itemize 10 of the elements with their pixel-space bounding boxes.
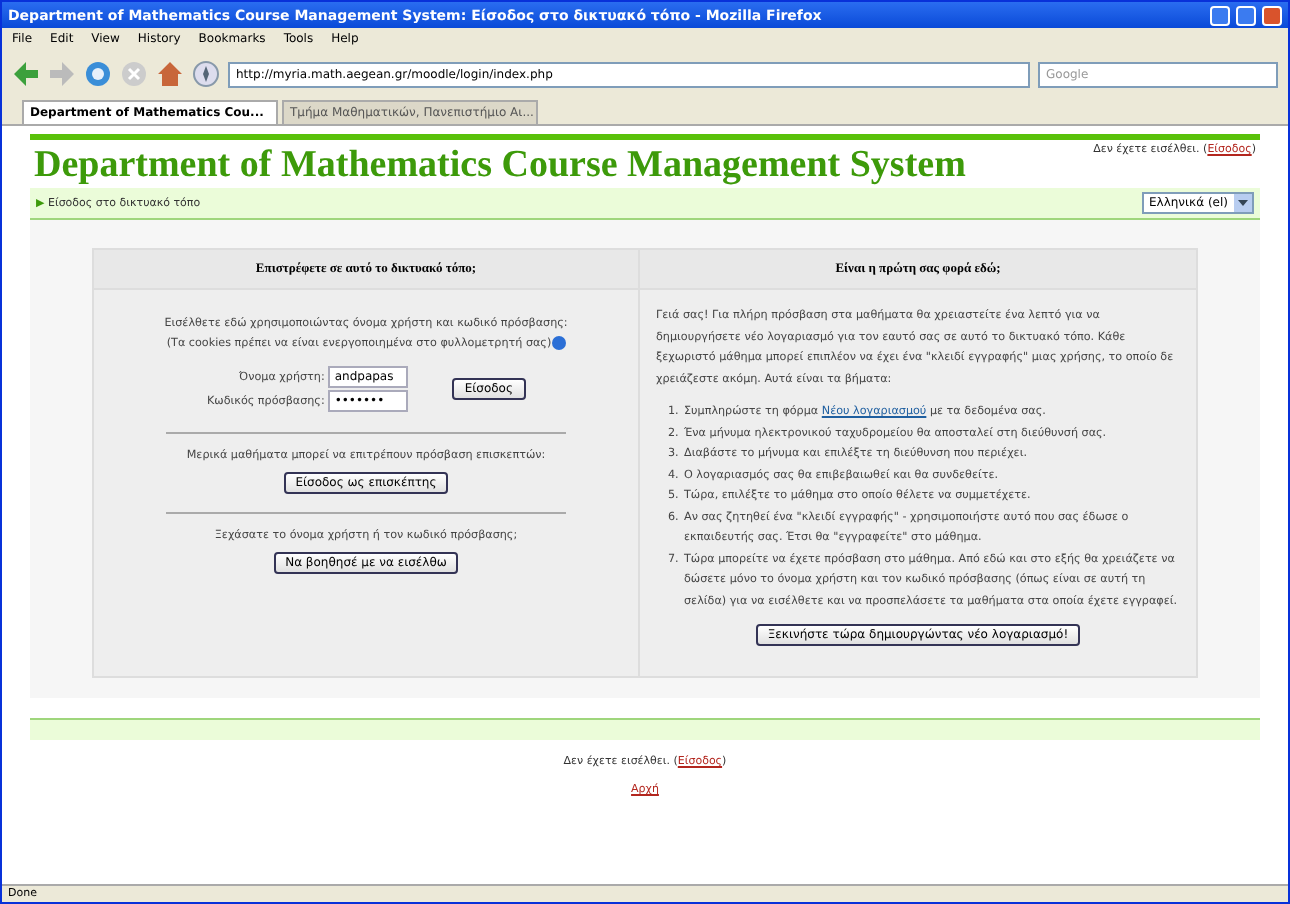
minimize-button[interactable] xyxy=(1210,5,1230,25)
close-button[interactable] xyxy=(1262,5,1282,25)
reload-icon[interactable] xyxy=(84,60,112,88)
maximize-button[interactable] xyxy=(1236,5,1256,25)
compass-icon[interactable] xyxy=(192,60,220,88)
help-icon[interactable] xyxy=(551,335,566,350)
back-icon[interactable] xyxy=(12,60,40,88)
home-icon[interactable] xyxy=(156,60,184,88)
dropdown-arrow-icon[interactable] xyxy=(1234,194,1252,212)
site-title: Department of Mathematics Course Management System xyxy=(34,144,966,188)
